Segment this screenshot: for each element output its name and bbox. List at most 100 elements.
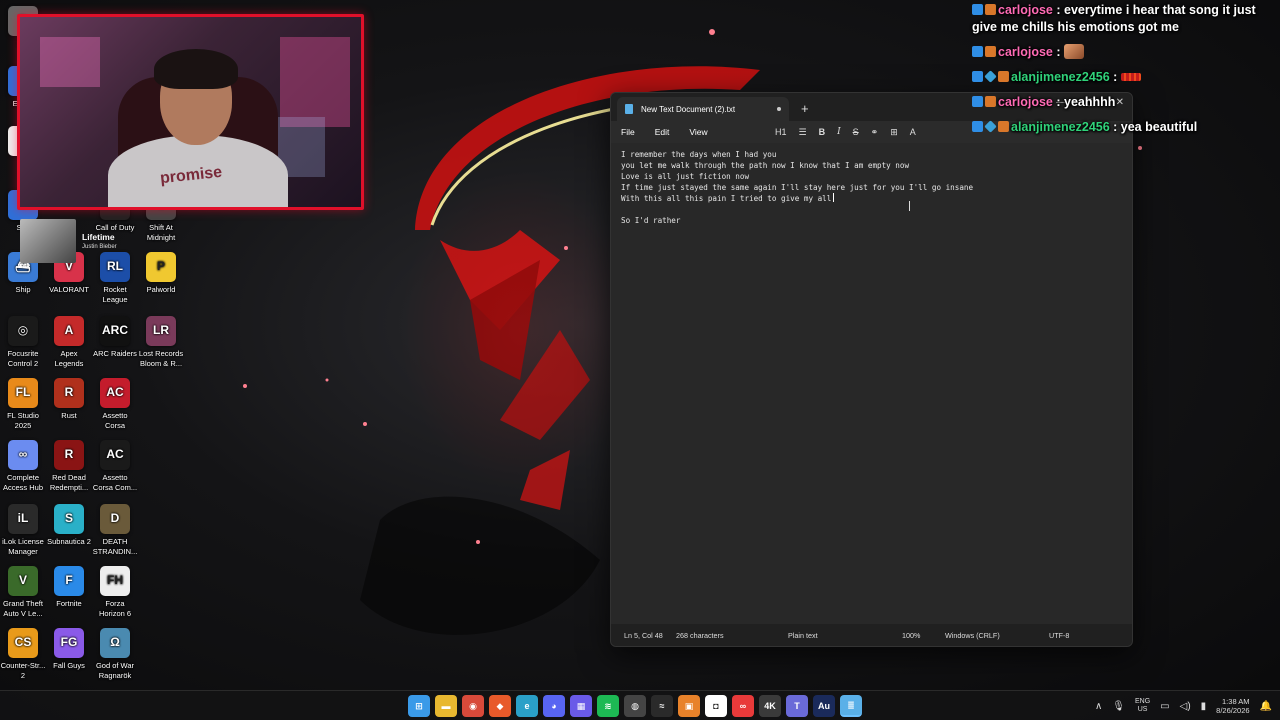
- network-icon[interactable]: ▭: [1160, 701, 1169, 712]
- menu-file[interactable]: File: [621, 127, 635, 137]
- chat-username: carlojose: [998, 45, 1053, 59]
- desktop-icon-label: iLok License Manager: [2, 537, 44, 556]
- text-line-content: If time just stayed the same again I'll …: [621, 183, 974, 192]
- chat-message: carlojose : everytime i hear that song i…: [972, 2, 1278, 36]
- desktop-icon[interactable]: FG Fall Guys: [46, 628, 92, 671]
- menu-view[interactable]: View: [689, 127, 707, 137]
- volume-icon[interactable]: ◁): [1180, 701, 1191, 712]
- desktop-icon-label: VALORANT: [49, 285, 89, 294]
- webcam-shelf: [280, 37, 350, 127]
- desktop-icon[interactable]: A Apex Legends: [46, 316, 92, 368]
- text-format[interactable]: Plain text: [788, 631, 818, 640]
- taskbar-start-icon[interactable]: ⊞: [408, 695, 430, 717]
- taskbar-cc-app-icon[interactable]: ∞: [732, 695, 754, 717]
- desktop-icon[interactable]: iL iLok License Manager: [0, 504, 46, 556]
- desktop-icon[interactable]: ∞ Complete Access Hub: [0, 440, 46, 492]
- text-line: I remember the days when I had you: [621, 149, 1122, 160]
- taskbar-notepad-icon[interactable]: ≣: [840, 695, 862, 717]
- desktop-icon-label: Subnautica 2: [47, 537, 91, 546]
- orange-badge-icon: [985, 46, 996, 57]
- notepad-tab[interactable]: New Text Document (2).txt: [617, 97, 789, 121]
- desktop-icon-label: Forza Horizon 6: [98, 599, 132, 618]
- desktop-icon[interactable]: R Rust: [46, 378, 92, 421]
- heading-dropdown[interactable]: H1: [775, 127, 787, 137]
- app-icon: A: [54, 316, 84, 346]
- clock[interactable]: 1:38 AM 8/26/2026: [1216, 697, 1249, 715]
- notification-bell-icon[interactable]: 🔔: [1260, 701, 1272, 712]
- system-tray: ∧ 🎙 ENG US ▭ ◁) ▮ 1:38 AM 8/26/2026 🔔: [1095, 691, 1272, 720]
- clear-format-icon[interactable]: A: [910, 127, 916, 137]
- tray-chevron-icon[interactable]: ∧: [1095, 701, 1102, 712]
- desktop-icon[interactable]: Ω God of War Ragnarök: [92, 628, 138, 680]
- taskbar-file-explorer-icon[interactable]: ▬: [435, 695, 457, 717]
- app-icon: FH: [100, 566, 130, 596]
- desktop-icon[interactable]: D DEATH STRANDIN...: [92, 504, 138, 556]
- app-icon: AC: [100, 378, 130, 408]
- desktop-icon[interactable]: AC Assetto Corsa: [92, 378, 138, 430]
- desktop-icon[interactable]: ARC ARC Raiders: [92, 316, 138, 359]
- taskbar-teams-app-icon[interactable]: T: [786, 695, 808, 717]
- app-icon: ∞: [8, 440, 38, 470]
- desktop-icon[interactable]: FL FL Studio 2025: [0, 378, 46, 430]
- taskbar-4k-app-icon[interactable]: 4K: [759, 695, 781, 717]
- microphone-icon[interactable]: 🎙: [1112, 701, 1125, 712]
- text-line: With this all this pain I tried to give …: [621, 193, 1122, 204]
- stream-chat-overlay: carlojose : everytime i hear that song i…: [972, 2, 1278, 144]
- tab-title: New Text Document (2).txt: [641, 104, 736, 114]
- taskbar-discord-icon[interactable]: ◕: [543, 695, 565, 717]
- desktop-icon[interactable]: R Red Dead Redempti...: [46, 440, 92, 492]
- encoding[interactable]: UTF-8: [1049, 631, 1069, 640]
- region-code: US: [1137, 706, 1148, 713]
- taskbar-spotify-icon[interactable]: ≋: [597, 695, 619, 717]
- unsaved-dot-icon[interactable]: [777, 107, 781, 111]
- notepad-statusbar: Ln 5, Col 48 268 characters Plain text 1…: [611, 624, 1132, 646]
- desktop-icon[interactable]: AC Assetto Corsa Com...: [92, 440, 138, 492]
- notepad-text-area[interactable]: I remember the days when I had you you le…: [611, 143, 1132, 624]
- italic-button[interactable]: I: [837, 127, 841, 137]
- taskbar-streamer-app-icon[interactable]: ≈: [651, 695, 673, 717]
- orange-badge-icon: [998, 71, 1009, 82]
- desktop-icon[interactable]: LR Lost Records Bloom & R...: [138, 316, 184, 368]
- notepad-window[interactable]: New Text Document (2).txt + — ▢ ✕ File E…: [610, 92, 1133, 647]
- desktop-icon-label: Counter-Str... 2: [0, 661, 46, 680]
- desktop-icon[interactable]: V Grand Theft Auto V Le...: [0, 566, 46, 618]
- taskbar-obs-icon[interactable]: ◍: [624, 695, 646, 717]
- language-indicator[interactable]: ENG US: [1135, 698, 1150, 714]
- cursor-position[interactable]: Ln 5, Col 48: [624, 631, 663, 640]
- orange-badge-icon: [998, 121, 1009, 132]
- bold-button[interactable]: B: [819, 127, 826, 137]
- battery-icon[interactable]: ▮: [1201, 701, 1207, 712]
- list-icon[interactable]: ☰: [799, 127, 807, 138]
- desktop-icon[interactable]: CS Counter-Str... 2: [0, 628, 46, 680]
- taskbar-grid-app-icon[interactable]: ▦: [570, 695, 592, 717]
- app-icon: S: [54, 504, 84, 534]
- taskbar-brave-icon[interactable]: ◆: [489, 695, 511, 717]
- table-icon[interactable]: ⊞: [890, 127, 898, 138]
- chat-message: alanjimenez2456 :: [972, 69, 1278, 86]
- desktop-icon-label: Palworld: [146, 285, 176, 294]
- line-ending[interactable]: Windows (CRLF): [945, 631, 1000, 640]
- desktop-icon[interactable]: FH Forza Horizon 6: [92, 566, 138, 618]
- menu-edit[interactable]: Edit: [655, 127, 670, 137]
- new-tab-button[interactable]: +: [801, 101, 809, 116]
- desktop-icon[interactable]: S Subnautica 2: [46, 504, 92, 547]
- desktop-icon-label: ARC Raiders: [93, 349, 137, 358]
- desktop-icon[interactable]: ◎ Focusrite Control 2: [0, 316, 46, 368]
- desktop-icon[interactable]: F Fortnite: [46, 566, 92, 609]
- taskbar-folder-app-icon[interactable]: ▣: [678, 695, 700, 717]
- taskbar-chrome-icon[interactable]: ◉: [462, 695, 484, 717]
- desktop-icon-label: Assetto Corsa: [102, 411, 128, 430]
- text-line: [621, 204, 1122, 215]
- ibeam-cursor-icon: [909, 201, 914, 211]
- text-line: Love is all just fiction now: [621, 171, 1122, 182]
- zoom-level[interactable]: 100%: [902, 631, 920, 640]
- taskbar-camera-app-icon[interactable]: ◘: [705, 695, 727, 717]
- taskbar-edge-icon[interactable]: e: [516, 695, 538, 717]
- language-code: ENG: [1135, 698, 1151, 705]
- strikethrough-button[interactable]: S: [853, 127, 859, 137]
- desktop-icon-label: FL Studio 2025: [7, 411, 39, 430]
- app-icon: ARC: [100, 316, 130, 346]
- app-icon: R: [54, 378, 84, 408]
- taskbar-audition-icon[interactable]: Au: [813, 695, 835, 717]
- link-icon[interactable]: ⚭: [871, 127, 879, 138]
